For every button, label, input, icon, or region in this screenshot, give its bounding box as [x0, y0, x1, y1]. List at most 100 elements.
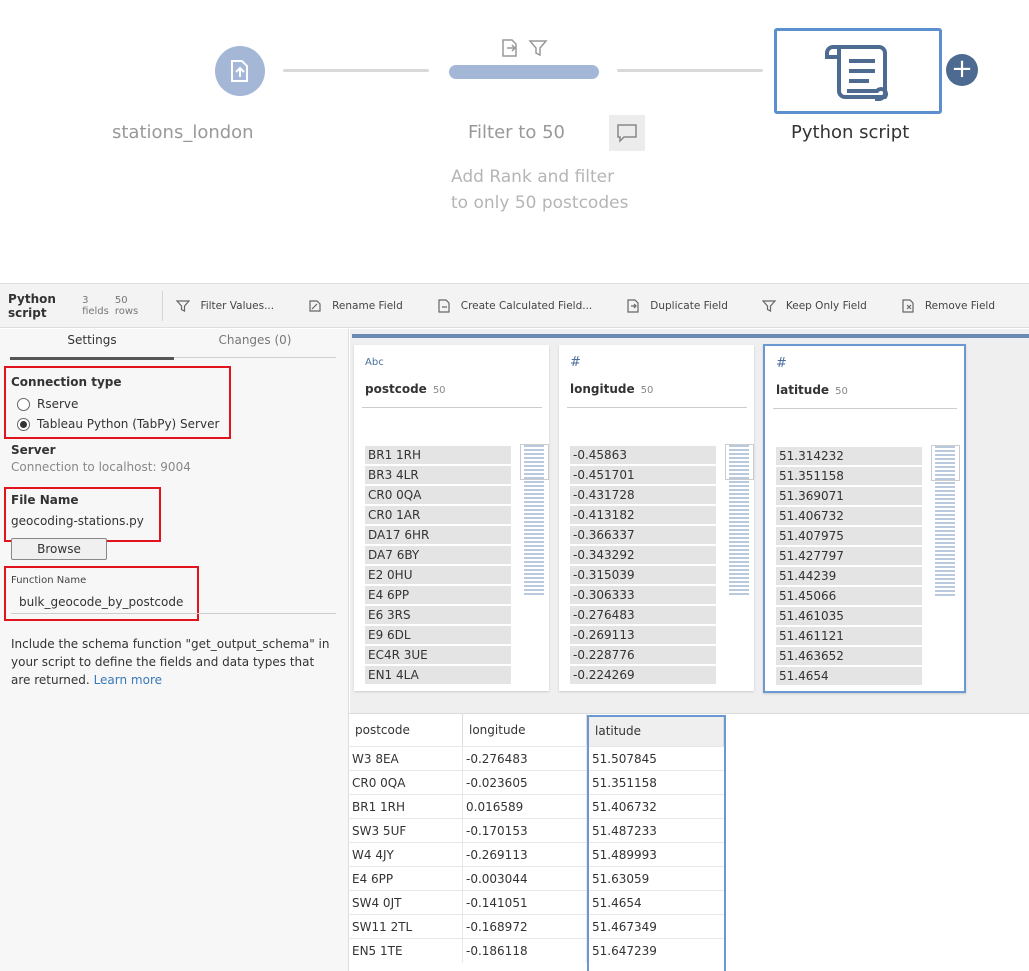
cell-latitude[interactable]: 51.489993 [589, 843, 726, 867]
table-row[interactable]: SW4 0JT -0.141051 51.4654 [349, 890, 726, 915]
value-item[interactable]: 51.406732 [776, 507, 922, 525]
filter-node[interactable] [449, 65, 599, 79]
value-item[interactable]: 51.44239 [776, 567, 922, 585]
input-node[interactable] [215, 46, 265, 96]
cell-latitude[interactable]: 51.467349 [589, 915, 726, 939]
column-header-latitude[interactable]: latitude [589, 716, 724, 746]
value-item[interactable]: EC4R 3UE [365, 646, 511, 664]
value-item[interactable]: E2 0HU [365, 566, 511, 584]
cell-longitude[interactable]: -0.003044 [463, 867, 587, 891]
tab-changes[interactable]: Changes (0) [174, 333, 336, 358]
value-item[interactable]: -0.343292 [570, 546, 716, 564]
cell-longitude[interactable]: -0.141051 [463, 891, 587, 915]
value-item[interactable]: 51.407975 [776, 527, 922, 545]
cell-postcode[interactable]: W3 8EA [349, 747, 463, 771]
value-item[interactable]: 51.463652 [776, 647, 922, 665]
browse-button[interactable]: Browse [11, 538, 107, 560]
cell-postcode[interactable]: SW3 5UF [349, 819, 463, 843]
value-item[interactable]: 51.351158 [776, 467, 922, 485]
value-item[interactable]: E4 6PP [365, 586, 511, 604]
value-item[interactable]: -0.269113 [570, 626, 716, 644]
cell-latitude[interactable]: 51.63059 [589, 867, 726, 891]
radio-rserve[interactable] [17, 398, 30, 411]
rename-field-button[interactable]: Rename Field [308, 299, 403, 313]
value-item[interactable]: CR0 1AR [365, 506, 511, 524]
cell-latitude[interactable]: 51.487233 [589, 819, 726, 843]
value-item[interactable]: 51.45066 [776, 587, 922, 605]
table-row[interactable]: BR1 1RH 0.016589 51.406732 [349, 794, 726, 819]
table-row[interactable]: SW11 2TL -0.168972 51.467349 [349, 914, 726, 939]
value-item[interactable]: -0.276483 [570, 606, 716, 624]
cell-latitude[interactable]: 51.351158 [589, 771, 726, 795]
filter-node-label[interactable]: Filter to 50 [468, 122, 565, 143]
create-calculated-field-button[interactable]: Create Calculated Field... [437, 298, 592, 313]
tab-settings[interactable]: Settings [10, 333, 174, 360]
profile-scrollbar[interactable] [352, 334, 1029, 338]
learn-more-link[interactable]: Learn more [94, 673, 162, 687]
cell-postcode[interactable]: SW11 2TL [349, 915, 463, 939]
value-item[interactable]: 51.461035 [776, 607, 922, 625]
scroll-thumb[interactable] [931, 445, 960, 481]
distribution-scroller[interactable] [725, 444, 754, 596]
value-item[interactable]: DA17 6HR [365, 526, 511, 544]
value-item[interactable]: E6 3RS [365, 606, 511, 624]
comment-button[interactable] [609, 115, 645, 151]
radio-rserve-label[interactable]: Rserve [37, 397, 78, 411]
value-item[interactable]: -0.315039 [570, 566, 716, 584]
profile-card-longitude[interactable]: # longitude 50 -0.45863 -0.451701 -0.4317… [559, 345, 754, 691]
add-step-button[interactable]: + [946, 54, 978, 86]
table-row[interactable]: W4 4JY -0.269113 51.489993 [349, 842, 726, 867]
remove-field-button[interactable]: Remove Field [901, 298, 995, 313]
cell-postcode[interactable]: EN5 1TE [349, 939, 463, 963]
table-row[interactable]: W3 8EA -0.276483 51.507845 [349, 746, 726, 771]
cell-longitude[interactable]: -0.186118 [463, 939, 587, 963]
cell-longitude[interactable]: -0.170153 [463, 819, 587, 843]
distribution-scroller[interactable] [520, 444, 549, 596]
cell-postcode[interactable]: W4 4JY [349, 843, 463, 867]
profile-card-latitude[interactable]: # latitude 50 51.314232 51.351158 51.3690… [763, 344, 966, 693]
cell-latitude[interactable]: 51.507845 [589, 747, 726, 771]
value-item[interactable]: BR1 1RH [365, 446, 511, 464]
cell-postcode[interactable]: E4 6PP [349, 867, 463, 891]
value-item[interactable]: -0.224269 [570, 666, 716, 684]
filter-values-button[interactable]: Filter Values... [176, 299, 274, 313]
cell-postcode[interactable]: CR0 0QA [349, 771, 463, 795]
distribution-scroller[interactable] [931, 445, 960, 597]
cell-latitude[interactable]: 51.406732 [589, 795, 726, 819]
column-header-longitude[interactable]: longitude [463, 714, 587, 746]
cell-latitude[interactable]: 51.647239 [589, 939, 726, 963]
table-row[interactable]: CR0 0QA -0.023605 51.351158 [349, 770, 726, 795]
duplicate-field-button[interactable]: Duplicate Field [626, 298, 728, 313]
cell-longitude[interactable]: -0.269113 [463, 843, 587, 867]
cell-latitude[interactable]: 51.4654 [589, 891, 726, 915]
python-script-node-label[interactable]: Python script [791, 122, 909, 143]
value-item[interactable]: -0.45863 [570, 446, 716, 464]
value-item[interactable]: -0.431728 [570, 486, 716, 504]
function-name-input[interactable]: bulk_geocode_by_postcode [19, 595, 183, 609]
value-item[interactable]: -0.228776 [570, 646, 716, 664]
table-row[interactable]: E4 6PP -0.003044 51.63059 [349, 866, 726, 891]
scroll-thumb[interactable] [725, 444, 754, 480]
value-item[interactable]: BR3 4LR [365, 466, 511, 484]
value-item[interactable]: CR0 0QA [365, 486, 511, 504]
profile-card-postcode[interactable]: Abc postcode 50 BR1 1RH BR3 4LR CR0 0QA C… [354, 345, 549, 691]
value-item[interactable]: 51.369071 [776, 487, 922, 505]
value-item[interactable]: DA7 6BY [365, 546, 511, 564]
value-item[interactable]: -0.451701 [570, 466, 716, 484]
cell-postcode[interactable]: BR1 1RH [349, 795, 463, 819]
value-item[interactable]: 51.461121 [776, 627, 922, 645]
cell-longitude[interactable]: -0.023605 [463, 771, 587, 795]
value-item[interactable]: -0.413182 [570, 506, 716, 524]
value-item[interactable]: 51.314232 [776, 447, 922, 465]
value-item[interactable]: 51.427797 [776, 547, 922, 565]
value-item[interactable]: -0.306333 [570, 586, 716, 604]
value-item[interactable]: 51.4654 [776, 667, 922, 685]
cell-postcode[interactable]: SW4 0JT [349, 891, 463, 915]
table-row[interactable]: SW3 5UF -0.170153 51.487233 [349, 818, 726, 843]
column-header-postcode[interactable]: postcode [349, 714, 463, 746]
input-node-label[interactable]: stations_london [112, 122, 254, 143]
cell-longitude[interactable]: -0.168972 [463, 915, 587, 939]
value-item[interactable]: E9 6DL [365, 626, 511, 644]
python-script-node[interactable] [774, 28, 942, 114]
scroll-thumb[interactable] [520, 444, 549, 480]
